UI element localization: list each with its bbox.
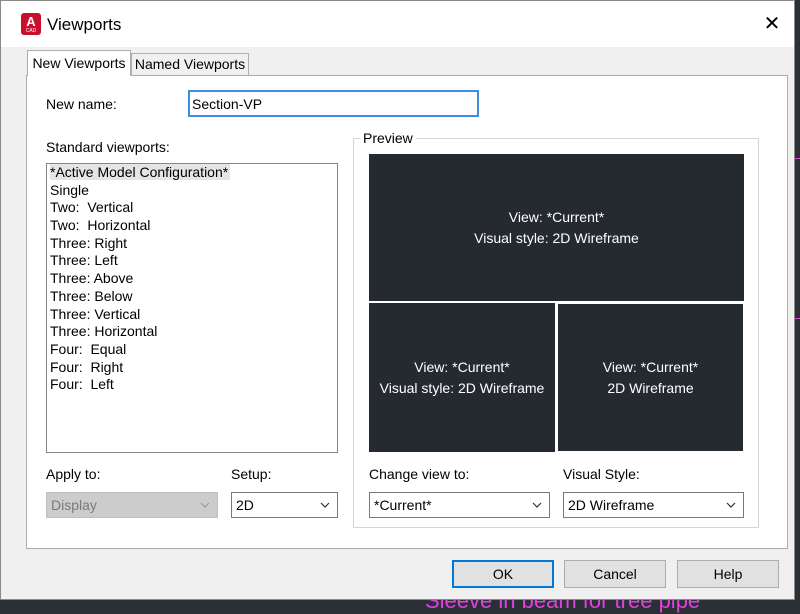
apply-to-value: Display: [51, 497, 97, 513]
list-item[interactable]: Single: [47, 182, 337, 200]
list-item[interactable]: Three: Right: [47, 235, 337, 253]
list-item[interactable]: Two: Horizontal: [47, 217, 337, 235]
tab-named-viewports[interactable]: Named Viewports: [131, 53, 249, 76]
chevron-down-icon: [200, 502, 210, 508]
change-view-to-select[interactable]: *Current*: [369, 492, 550, 518]
tab-new-viewports[interactable]: New Viewports: [27, 50, 131, 76]
preview-viewport-top[interactable]: View: *Current* Visual style: 2D Wirefra…: [369, 154, 744, 301]
visual-style-label: Visual Style:: [563, 466, 640, 482]
change-view-to-label: Change view to:: [369, 466, 470, 482]
list-item[interactable]: Four: Equal: [47, 341, 337, 359]
list-item[interactable]: *Active Model Configuration*: [47, 164, 337, 182]
list-item[interactable]: Three: Horizontal: [47, 323, 337, 341]
help-button[interactable]: Help: [677, 560, 779, 588]
viewport-view-text: View: *Current*: [414, 358, 510, 375]
chevron-down-icon: [320, 502, 330, 508]
cad-line: [795, 158, 800, 159]
viewport-preview: View: *Current* Visual style: 2D Wirefra…: [369, 154, 744, 452]
list-item[interactable]: Three: Below: [47, 288, 337, 306]
standard-viewports-label: Standard viewports:: [46, 139, 170, 155]
list-item[interactable]: Four: Right: [47, 359, 337, 377]
viewport-style-text: Visual style: 2D Wireframe: [474, 229, 639, 246]
setup-value: 2D: [236, 497, 254, 513]
chevron-down-icon: [726, 502, 736, 508]
viewport-style-text: 2D Wireframe: [607, 379, 694, 396]
standard-viewports-list[interactable]: *Active Model Configuration* Single Two:…: [46, 163, 338, 453]
apply-to-select[interactable]: Display: [46, 492, 218, 518]
cancel-button[interactable]: Cancel: [564, 560, 666, 588]
list-item[interactable]: Two: Vertical: [47, 199, 337, 217]
title-bar[interactable]: A CAD Viewports ✕: [1, 1, 794, 47]
chevron-down-icon: [532, 502, 542, 508]
cad-line: [795, 318, 800, 319]
preview-viewport-bottom-left[interactable]: View: *Current* Visual style: 2D Wirefra…: [369, 303, 555, 452]
change-view-to-value: *Current*: [374, 497, 432, 513]
list-item[interactable]: Four: Left: [47, 376, 337, 394]
apply-to-label: Apply to:: [46, 466, 101, 482]
window-title: Viewports: [47, 15, 122, 34]
autocad-logo-icon: A CAD: [21, 13, 41, 35]
setup-select[interactable]: 2D: [231, 492, 338, 518]
ok-button[interactable]: OK: [452, 560, 554, 588]
visual-style-select[interactable]: 2D Wireframe: [563, 492, 744, 518]
new-name-input[interactable]: [188, 90, 479, 117]
visual-style-value: 2D Wireframe: [568, 497, 655, 513]
new-name-label: New name:: [46, 96, 117, 112]
viewports-dialog: A CAD Viewports ✕ New Viewports Named Vi…: [0, 0, 795, 600]
list-item[interactable]: Three: Above: [47, 270, 337, 288]
close-button[interactable]: ✕: [757, 9, 787, 39]
preview-label: Preview: [360, 130, 416, 146]
viewport-view-text: View: *Current*: [508, 208, 605, 225]
viewport-view-text: View: *Current*: [602, 358, 699, 375]
close-icon: ✕: [763, 13, 781, 35]
list-item[interactable]: Three: Left: [47, 252, 337, 270]
setup-label: Setup:: [231, 466, 272, 482]
list-item[interactable]: Three: Vertical: [47, 306, 337, 324]
viewport-style-text: Visual style: 2D Wireframe: [379, 379, 545, 396]
preview-viewport-bottom-right[interactable]: View: *Current* 2D Wireframe: [557, 303, 744, 452]
